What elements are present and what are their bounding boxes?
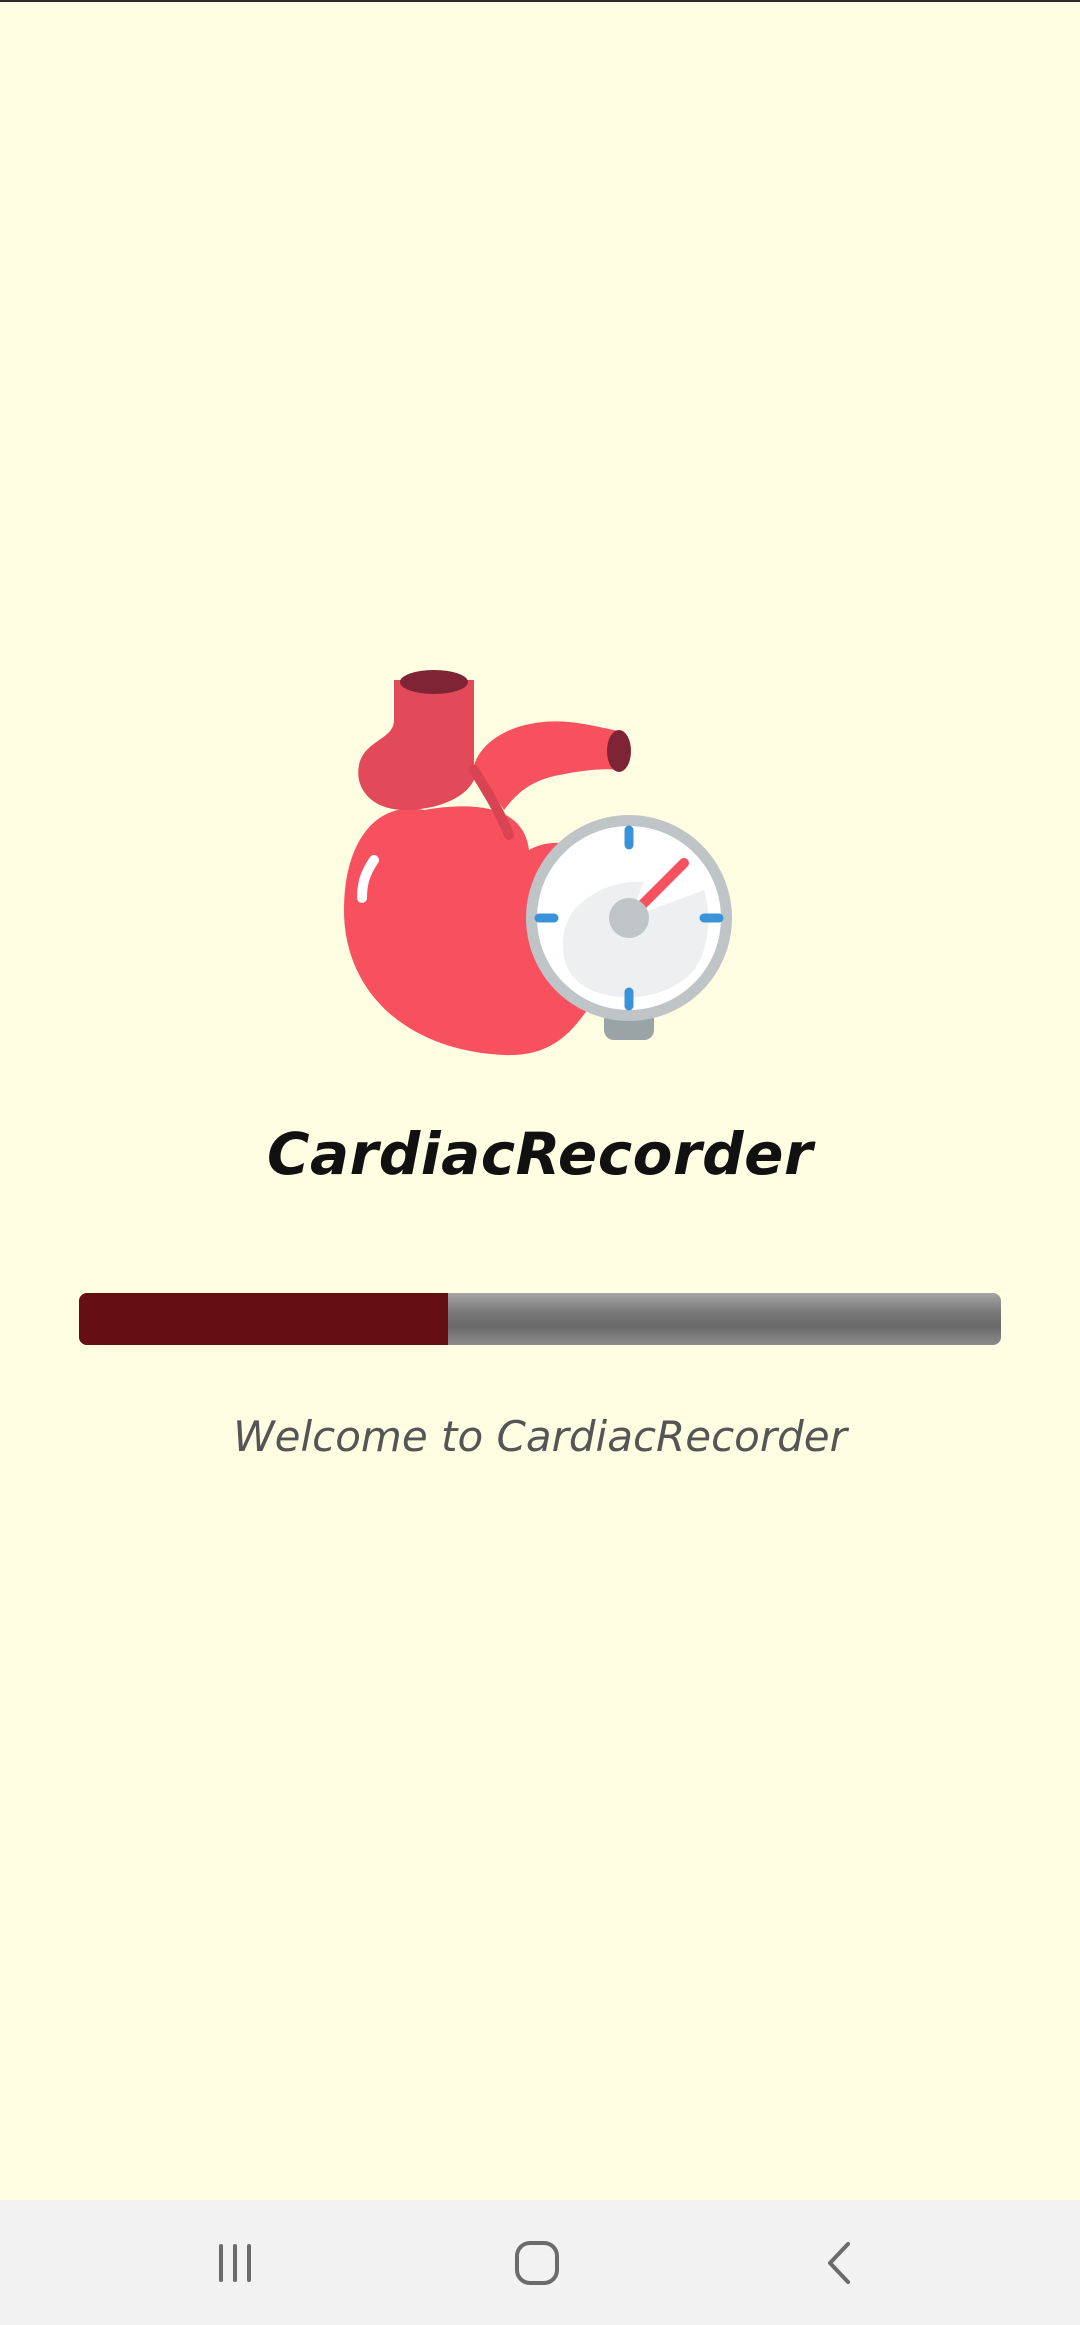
aorta-opening <box>400 670 468 694</box>
recents-button[interactable] <box>145 2200 325 2325</box>
welcome-message: Welcome to CardiacRecorder <box>233 1412 847 1461</box>
artery-opening <box>607 730 631 772</box>
back-button[interactable] <box>750 2200 930 2325</box>
app-title: CardiacRecorder <box>266 1120 814 1188</box>
gauge-hub <box>609 898 649 938</box>
home-button[interactable] <box>447 2200 627 2325</box>
status-bar-edge <box>0 0 1080 2</box>
loading-progress-fill <box>79 1293 448 1345</box>
aorta-shape <box>358 680 474 810</box>
loading-progress-bar <box>79 1293 1001 1345</box>
recents-icon <box>219 2243 251 2282</box>
heart-pressure-gauge-icon <box>344 670 732 1056</box>
back-icon <box>828 2241 850 2284</box>
home-icon <box>515 2240 559 2285</box>
system-nav-bar <box>0 2200 1080 2325</box>
artery-arch <box>474 721 624 810</box>
